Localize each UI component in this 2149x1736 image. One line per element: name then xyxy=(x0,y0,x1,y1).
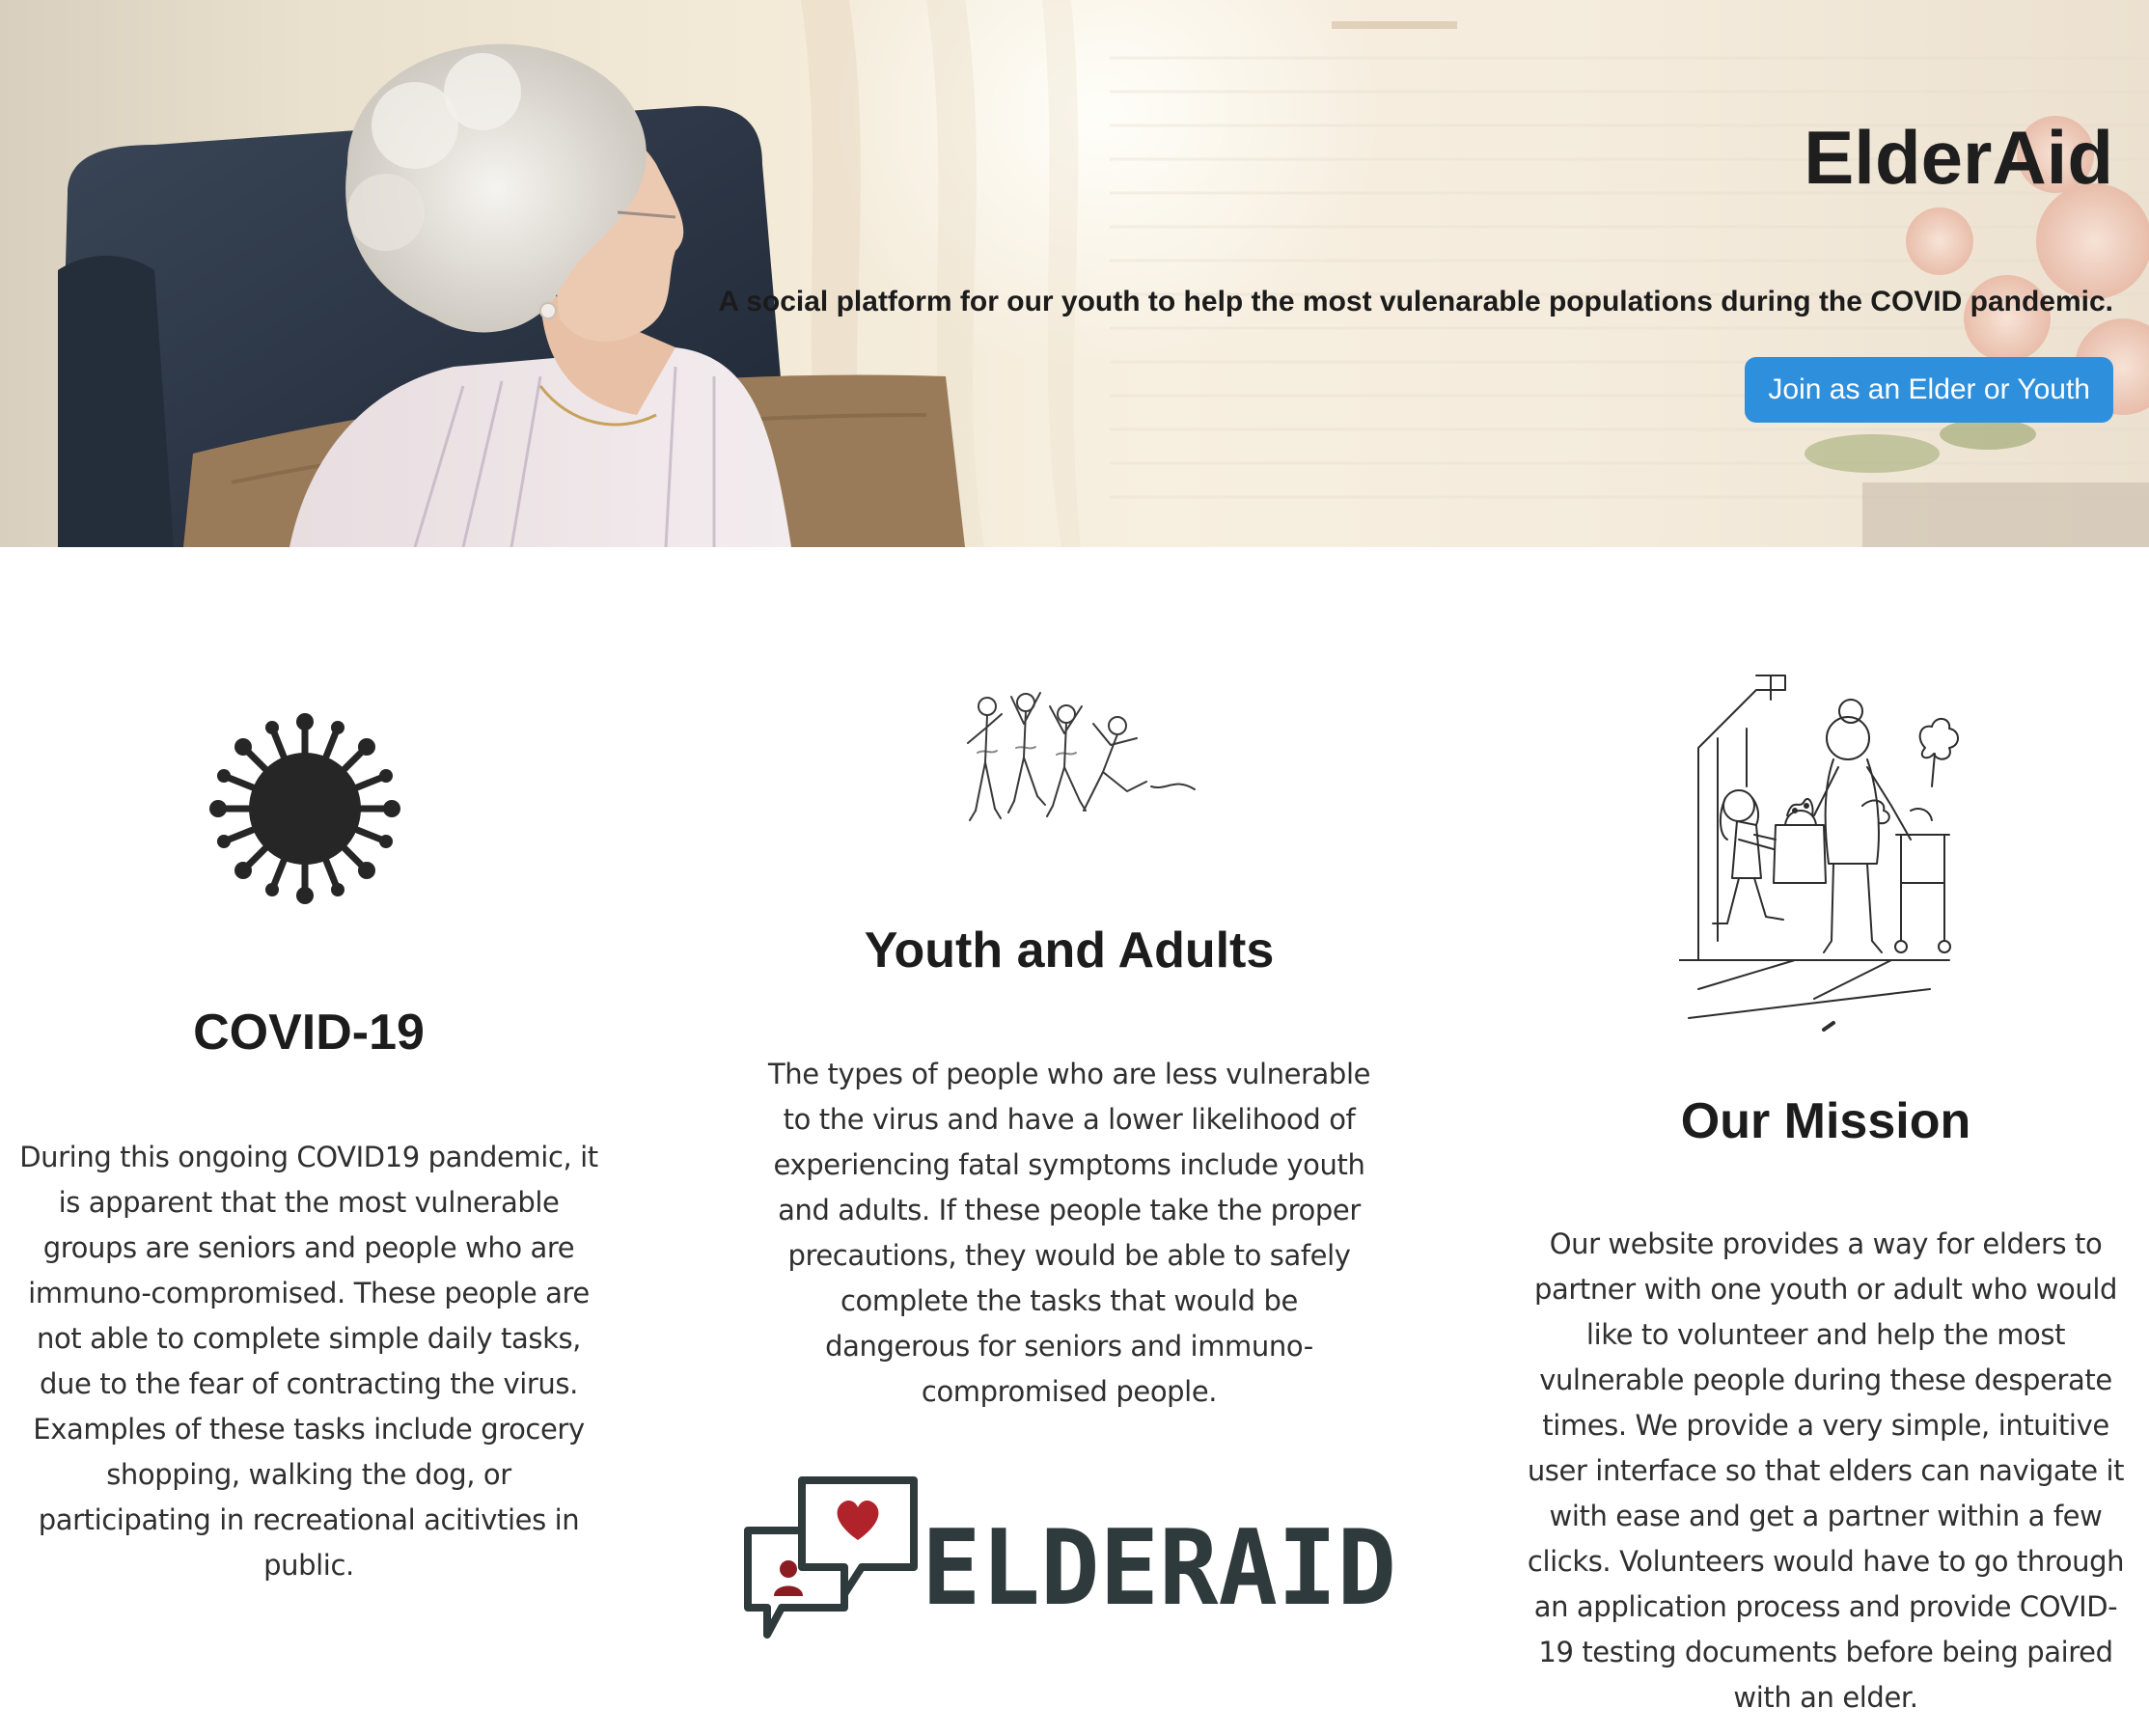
logo-text: ELDERAID xyxy=(922,1511,1396,1627)
feature-title-youth: Youth and Adults xyxy=(864,923,1275,978)
chat-bubbles-heart-icon xyxy=(744,1476,918,1639)
virus-icon xyxy=(209,713,400,904)
feature-text-youth: The types of people who are less vulnera… xyxy=(767,1058,1371,1408)
feature-title-mission: Our Mission xyxy=(1680,1093,1971,1149)
feature-our-mission: Our Mission Our website provides a way f… xyxy=(1525,0,2127,1736)
feature-covid: COVID-19 During this ongoing COVID19 pan… xyxy=(19,0,598,1736)
feature-title-covid: COVID-19 xyxy=(193,1005,425,1061)
elderaid-logo: ELDERAID xyxy=(738,1473,1414,1666)
feature-youth-adults: Youth and Adults The types of people who… xyxy=(744,0,1396,1736)
feature-text-covid: During this ongoing COVID19 pandemic, it… xyxy=(19,1141,598,1582)
jumping-people-illustration xyxy=(967,692,1196,821)
elderaid-wordmark: ELDERAID xyxy=(922,1511,1396,1627)
girl-helping-elder-illustration xyxy=(1679,675,1959,1032)
feature-text-mission: Our website provides a way for elders to… xyxy=(1527,1227,2125,1714)
